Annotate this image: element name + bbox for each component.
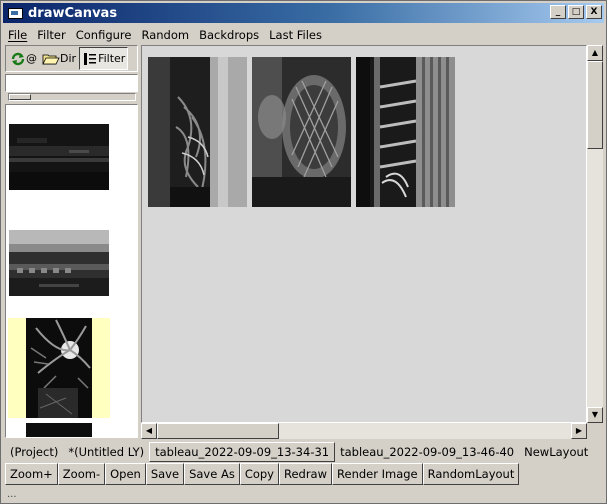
scroll-left-button[interactable]: ◀ xyxy=(141,423,157,439)
thumbnail-item[interactable] xyxy=(26,423,92,437)
app-icon xyxy=(7,6,23,20)
browser-toolbar: @ Dir Filter xyxy=(5,45,138,72)
menu-backdrops[interactable]: Backdrops xyxy=(194,28,264,42)
thumbnail-image xyxy=(9,124,109,190)
canvas-photo[interactable] xyxy=(356,57,455,207)
filter-icon xyxy=(84,52,97,65)
minimize-button[interactable]: _ xyxy=(550,5,566,19)
menu-configure[interactable]: Configure xyxy=(71,28,137,42)
tab-new-layout[interactable]: NewLayout xyxy=(519,442,593,462)
vertical-scroll-thumb[interactable] xyxy=(587,61,603,149)
status-text: ... xyxy=(7,489,17,500)
app-window: drawCanvas _ □ X File Filter Configure R… xyxy=(0,0,607,504)
refresh-icon xyxy=(11,52,25,65)
save-as-button[interactable]: Save As xyxy=(184,463,240,485)
folder-open-icon xyxy=(42,54,60,64)
action-buttons: Zoom+ Zoom- Open Save Save As Copy Redra… xyxy=(5,463,520,485)
slider-thumb[interactable] xyxy=(9,94,31,100)
menu-last-files[interactable]: Last Files xyxy=(264,28,327,42)
maximize-button[interactable]: □ xyxy=(568,5,584,19)
copy-button[interactable]: Copy xyxy=(239,463,279,485)
path-input[interactable] xyxy=(5,74,138,92)
menu-random[interactable]: Random xyxy=(136,28,194,42)
thumbnail-item[interactable] xyxy=(9,230,109,296)
file-browser-panel: @ Dir Filter xyxy=(5,45,138,438)
thumbnail-image xyxy=(26,318,92,418)
window-controls: _ □ X xyxy=(550,5,602,19)
refresh-button[interactable]: @ xyxy=(8,47,39,70)
tab-untitled-layout[interactable]: *(Untitled LY) xyxy=(63,442,149,462)
horizontal-scroll-thumb[interactable] xyxy=(157,423,279,439)
filter-label: Filter xyxy=(98,52,126,65)
thumbnail-list[interactable] xyxy=(5,104,138,438)
scroll-right-button[interactable]: ▶ xyxy=(571,423,587,439)
canvas-photo[interactable] xyxy=(252,57,351,207)
dir-label: Dir xyxy=(60,52,77,65)
photo-image xyxy=(252,57,351,207)
window-title: drawCanvas xyxy=(28,5,118,21)
render-image-button[interactable]: Render Image xyxy=(332,463,423,485)
close-button[interactable]: X xyxy=(586,5,602,19)
scroll-up-button[interactable]: ▲ xyxy=(587,45,603,61)
layout-tabs: (Project) *(Untitled LY) tableau_2022-09… xyxy=(5,441,593,463)
canvas-photo[interactable] xyxy=(148,57,247,207)
title-bar[interactable]: drawCanvas _ □ X xyxy=(3,3,604,23)
thumbnail-image xyxy=(9,230,109,296)
thumbnail-size-slider[interactable] xyxy=(8,93,136,101)
scrollbar-corner xyxy=(587,423,603,439)
filter-button[interactable]: Filter xyxy=(79,47,129,70)
thumbnail-item-selected[interactable] xyxy=(8,318,110,418)
open-button[interactable]: Open xyxy=(105,463,146,485)
zoom-out-button[interactable]: Zoom- xyxy=(57,463,106,485)
horizontal-scrollbar[interactable]: ◀ ▶ xyxy=(141,423,587,439)
thumbnail-item[interactable] xyxy=(9,124,109,190)
redraw-button[interactable]: Redraw xyxy=(278,463,333,485)
photo-image xyxy=(148,57,247,207)
vertical-scrollbar[interactable]: ▲ ▼ xyxy=(587,45,603,423)
save-button[interactable]: Save xyxy=(145,463,185,485)
tab-project[interactable]: (Project) xyxy=(5,442,63,462)
refresh-label: @ xyxy=(26,52,37,65)
tab-tableau-13-34-31[interactable]: tableau_2022-09-09_13-34-31 xyxy=(149,442,336,462)
menu-filter[interactable]: Filter xyxy=(32,28,70,42)
menu-file[interactable]: File xyxy=(3,28,32,42)
photo-image xyxy=(356,57,455,207)
menu-bar: File Filter Configure Random Backdrops L… xyxy=(3,26,327,44)
dir-button[interactable]: Dir xyxy=(40,47,78,70)
scroll-down-button[interactable]: ▼ xyxy=(587,407,603,423)
zoom-in-button[interactable]: Zoom+ xyxy=(5,463,58,485)
tab-tableau-13-46-40[interactable]: tableau_2022-09-09_13-46-40 xyxy=(335,442,519,462)
random-layout-button[interactable]: RandomLayout xyxy=(422,463,520,485)
layout-canvas[interactable] xyxy=(141,45,587,423)
